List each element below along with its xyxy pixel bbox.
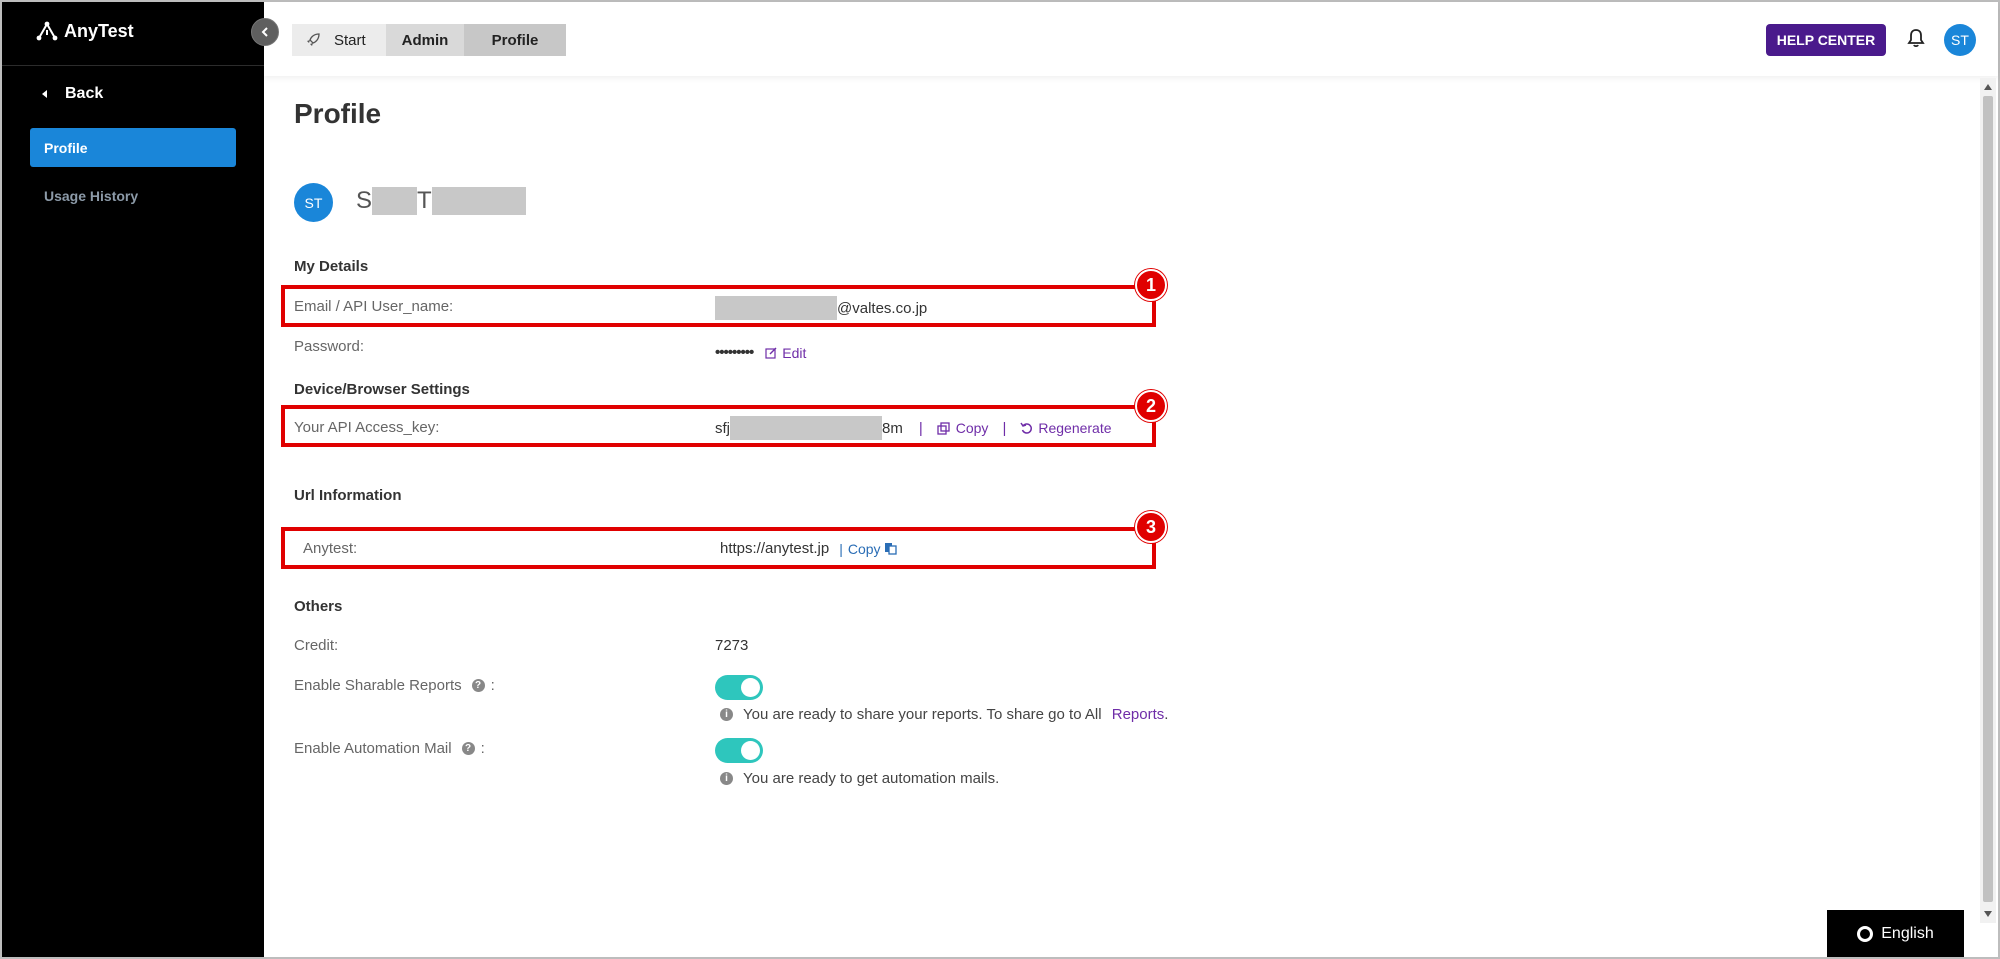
annotation-badge-2: 2: [1135, 390, 1167, 422]
sidebar-divider: [2, 65, 264, 66]
annotation-badge-3: 3: [1135, 511, 1167, 543]
question-help-icon[interactable]: ?: [461, 742, 475, 755]
credit-value: 7273: [715, 637, 749, 654]
label-colon: :: [490, 677, 495, 694]
top-bar: Start Admin Profile HELP CENTER ST: [264, 2, 1998, 76]
caret-left-icon: [42, 90, 47, 98]
sidebar-item-profile[interactable]: Profile: [30, 128, 236, 167]
main-content: Profile ST S T My Details Email / API Us…: [264, 76, 1980, 957]
scroll-thumb[interactable]: [1983, 96, 1993, 902]
reports-link[interactable]: Reports: [1112, 706, 1165, 723]
breadcrumb: Start Admin Profile: [292, 24, 566, 56]
breadcrumb-profile[interactable]: Profile: [464, 24, 566, 56]
back-button[interactable]: Back: [42, 85, 103, 103]
annotation-box-1: [281, 285, 1156, 327]
help-center-button[interactable]: HELP CENTER: [1766, 24, 1886, 56]
breadcrumb-label: Start: [334, 31, 366, 49]
section-others: Others: [294, 598, 343, 615]
scrollbar[interactable]: [1980, 78, 1996, 923]
credit-label: Credit:: [294, 637, 339, 654]
toggle-knob: [741, 741, 760, 760]
anytest-logo-icon: [36, 21, 58, 41]
edit-label: Edit: [782, 344, 807, 361]
redacted-block: [372, 187, 418, 215]
section-device-settings: Device/Browser Settings: [294, 381, 470, 398]
breadcrumb-admin[interactable]: Admin: [386, 24, 464, 56]
sidebar-collapse-button[interactable]: [251, 18, 279, 46]
back-label: Back: [65, 85, 104, 102]
sidebar-item-usage-history[interactable]: Usage History: [30, 176, 236, 215]
breadcrumb-start[interactable]: Start: [292, 24, 386, 56]
sharable-reports-info: i You are ready to share your reports. T…: [720, 706, 1168, 723]
automation-mail-label: Enable Automation Mail ? :: [294, 740, 485, 757]
sidebar-item-label: Usage History: [44, 187, 139, 204]
sidebar: AnyTest Back Profile Usage History: [2, 2, 264, 957]
annotation-box-3: [281, 527, 1156, 569]
password-mask: •••••••••: [715, 344, 754, 361]
breadcrumb-label: Admin: [401, 31, 449, 49]
language-selector[interactable]: English: [1827, 910, 1964, 957]
question-help-icon[interactable]: ?: [471, 679, 485, 692]
globe-icon: [1857, 925, 1874, 942]
section-my-details: My Details: [294, 258, 369, 275]
automation-mail-toggle[interactable]: [715, 738, 763, 763]
info-icon: i: [720, 708, 733, 721]
label-colon: :: [480, 740, 485, 757]
bell-icon[interactable]: [1907, 28, 1925, 53]
edit-password-button[interactable]: Edit: [765, 345, 806, 361]
automation-info-text: You are ready to get automation mails.: [743, 770, 1000, 787]
sharable-info-text: You are ready to share your reports. To …: [743, 706, 1102, 723]
sharable-reports-toggle[interactable]: [715, 675, 763, 700]
scroll-up-arrow-icon[interactable]: [1984, 84, 1992, 90]
section-url-information: Url Information: [294, 487, 402, 504]
automation-mail-info: i You are ready to get automation mails.: [720, 770, 999, 787]
redacted-block: [431, 187, 526, 215]
chevron-left-icon: [261, 27, 268, 37]
profile-avatar: ST: [294, 183, 333, 222]
automation-label-text: Enable Automation Mail: [294, 740, 452, 757]
toggle-knob: [741, 678, 760, 697]
user-avatar-menu[interactable]: ST: [1944, 24, 1976, 56]
name-last-initial: T: [417, 187, 432, 214]
password-value: ••••••••• Edit: [715, 344, 806, 361]
annotation-box-2: [281, 405, 1156, 447]
breadcrumb-label: Profile: [491, 31, 539, 49]
sharable-label-text: Enable Sharable Reports: [294, 677, 462, 694]
app-name: AnyTest: [64, 20, 134, 41]
sidebar-item-label: Profile: [44, 139, 88, 156]
password-label: Password:: [294, 338, 365, 355]
name-first-initial: S: [356, 187, 373, 214]
language-label: English: [1881, 924, 1934, 942]
sharable-reports-label: Enable Sharable Reports ? :: [294, 677, 495, 694]
page-title: Profile: [294, 98, 382, 129]
rocket-icon: [307, 33, 320, 46]
annotation-badge-1: 1: [1135, 269, 1167, 301]
app-logo[interactable]: AnyTest: [36, 18, 134, 44]
info-icon: i: [720, 772, 733, 785]
sharable-info-period: .: [1164, 706, 1169, 723]
edit-icon: [765, 347, 777, 359]
scroll-down-arrow-icon[interactable]: [1984, 911, 1992, 917]
profile-user-name: S T: [356, 186, 526, 216]
